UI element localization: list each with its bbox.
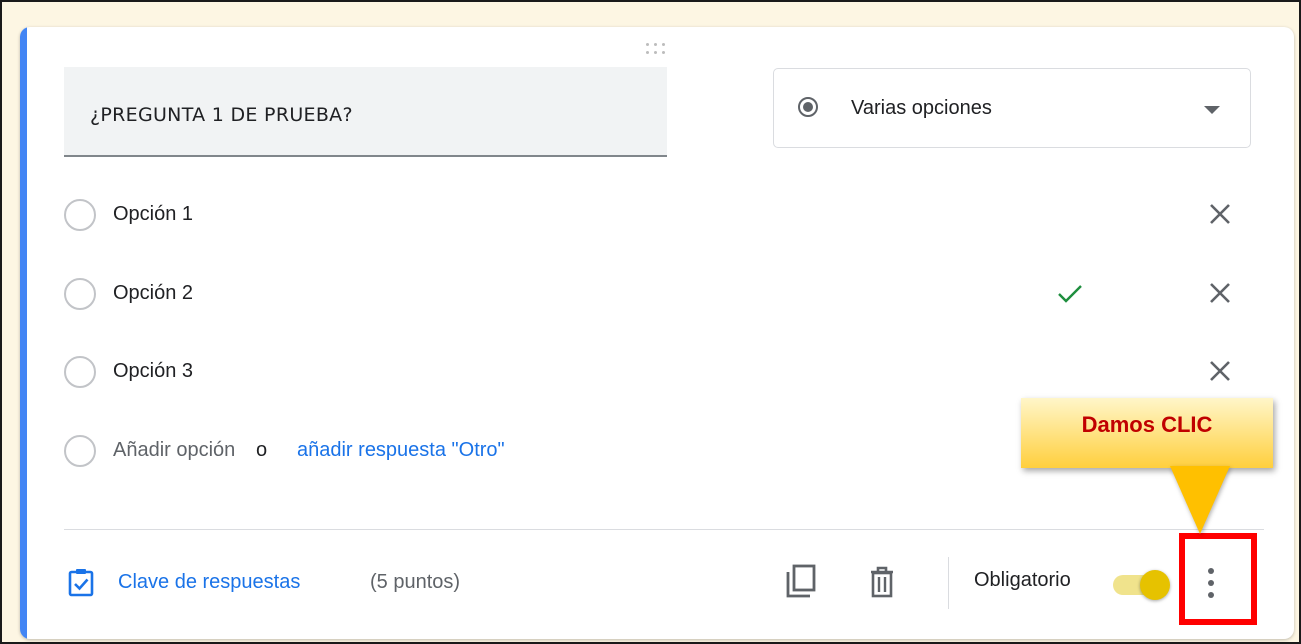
toggle-knob: [1140, 570, 1170, 600]
close-icon[interactable]: [1204, 198, 1236, 230]
required-label: Obligatorio: [974, 569, 1071, 591]
callout-text: Damos CLIC: [1081, 412, 1213, 437]
option-label[interactable]: Opción 3: [113, 360, 193, 383]
option-row: Opción 3: [64, 351, 1264, 391]
answer-key-label: Clave de respuestas: [118, 571, 301, 593]
radio-empty-icon: [64, 199, 96, 231]
radio-empty-icon: [64, 278, 96, 310]
trash-icon[interactable]: [868, 565, 896, 599]
copy-icon[interactable]: [784, 563, 818, 599]
option-label[interactable]: Opción 2: [113, 282, 193, 305]
add-other-link[interactable]: añadir respuesta "Otro": [297, 439, 505, 462]
footer-separator: [948, 557, 949, 609]
highlight-box: [1179, 533, 1257, 625]
option-row: Opción 2: [64, 273, 1264, 313]
screenshot-frame: ¿PREGUNTA 1 DE PRUEBA? Varias opciones O…: [0, 0, 1301, 644]
required-toggle[interactable]: [1113, 570, 1171, 600]
option-row: Opción 1: [64, 194, 1264, 234]
radio-filled-icon: [798, 97, 818, 117]
footer-divider: [64, 529, 1264, 530]
callout-annotation: Damos CLIC: [1021, 398, 1273, 468]
callout-arrow-icon: [1170, 466, 1230, 534]
drag-handle-icon[interactable]: [646, 43, 670, 55]
question-type-label: Varias opciones: [851, 97, 992, 119]
question-card: ¿PREGUNTA 1 DE PRUEBA? Varias opciones O…: [20, 27, 1294, 639]
option-label[interactable]: Opción 1: [113, 203, 193, 226]
check-icon: [1058, 285, 1082, 303]
close-icon[interactable]: [1204, 355, 1236, 387]
add-option-button[interactable]: Añadir opción: [113, 439, 235, 462]
card-accent-bar: [20, 27, 27, 639]
answer-key-icon: [68, 569, 94, 597]
question-type-dropdown[interactable]: Varias opciones: [773, 68, 1251, 148]
close-icon[interactable]: [1204, 277, 1236, 309]
points-label: (5 puntos): [370, 571, 461, 593]
radio-empty-icon: [64, 356, 96, 388]
question-title-text: ¿PREGUNTA 1 DE PRUEBA?: [90, 104, 353, 126]
or-label: o: [256, 439, 268, 461]
radio-empty-icon: [64, 435, 96, 467]
question-title-field[interactable]: ¿PREGUNTA 1 DE PRUEBA?: [64, 67, 667, 157]
dropdown-caret-icon: [1204, 106, 1220, 114]
